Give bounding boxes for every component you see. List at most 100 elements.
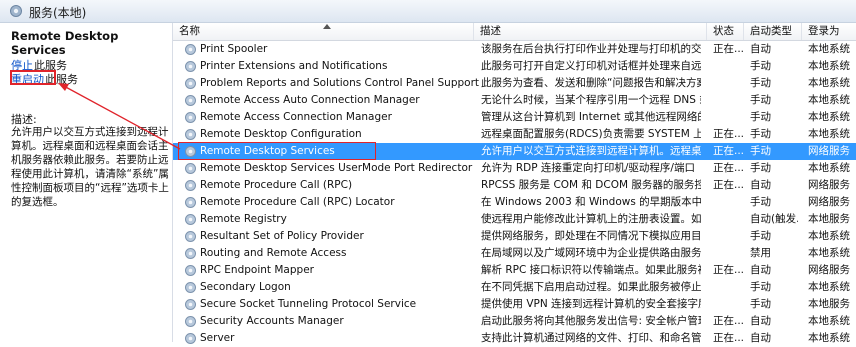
service-startup-type: 自动 <box>750 315 771 327</box>
service-status: 正在... <box>713 43 745 55</box>
service-gear-icon <box>185 163 196 174</box>
table-row[interactable]: Server 支持此计算机通过网络的文件、打印、和命名管道... 正在... 自动 本地… <box>173 330 856 347</box>
table-row[interactable]: Remote Registry 使远程用户能修改此计算机上的注册表设置。如果...… <box>173 211 856 228</box>
service-description: 允许用户以交互方式连接到远程计算机。远程桌面... <box>481 145 701 157</box>
selected-row-highlight-box <box>178 142 376 160</box>
service-name: Remote Procedure Call (RPC) Locator <box>200 196 395 208</box>
table-row[interactable]: RPC Endpoint Mapper 解析 RPC 接口标识符以传输端点。如果此… <box>173 262 856 279</box>
service-description: 提供网络服务，即处理在不同情况下模拟应用目标... <box>481 230 701 242</box>
column-header-description[interactable]: 描述 <box>474 23 707 40</box>
service-gear-icon <box>185 129 196 140</box>
service-name: Remote Registry <box>200 213 287 225</box>
service-startup-type: 手动 <box>750 196 771 208</box>
service-status: 正在... <box>713 162 745 174</box>
service-status <box>713 109 745 126</box>
service-startup-type: 禁用 <box>750 247 771 259</box>
service-status <box>713 228 745 245</box>
service-name: Print Spooler <box>200 43 268 55</box>
service-gear-icon <box>185 112 196 123</box>
service-logon-as: 本地系统 <box>808 111 850 123</box>
service-status: 正在... <box>713 264 745 276</box>
service-startup-type: 手动 <box>750 230 771 242</box>
service-logon-as: 本地系统 <box>808 332 850 344</box>
service-name: Resultant Set of Policy Provider <box>200 230 364 242</box>
service-description: 解析 RPC 接口标识符以传输端点。如果此服务被... <box>481 264 701 276</box>
service-gear-icon <box>185 333 196 344</box>
service-logon-as: 网络服务 <box>808 196 850 208</box>
service-gear-icon <box>185 197 196 208</box>
service-description: 远程桌面配置服务(RDCS)负责需要 SYSTEM 上下... <box>481 128 701 140</box>
service-name: Remote Desktop Configuration <box>200 128 362 140</box>
service-name: RPC Endpoint Mapper <box>200 264 314 276</box>
column-header-startup-type[interactable]: 启动类型 <box>744 23 802 40</box>
service-description: 支持此计算机通过网络的文件、打印、和命名管道... <box>481 332 701 344</box>
service-description: 在局域网以及广域网环境中为企业提供路由服务。 <box>481 247 701 259</box>
service-status <box>713 92 745 109</box>
table-row[interactable]: Remote Desktop Configuration 远程桌面配置服务(RDC… <box>173 126 856 143</box>
gear-icon <box>10 5 22 17</box>
service-startup-type: 自动 <box>750 332 771 344</box>
service-name: Printer Extensions and Notifications <box>200 60 388 72</box>
table-row[interactable]: Remote Procedure Call (RPC) Locator 在 Win… <box>173 194 856 211</box>
service-logon-as: 本地服务 <box>808 213 850 225</box>
table-row[interactable]: Secure Socket Tunneling Protocol Service… <box>173 296 856 313</box>
service-name: Security Accounts Manager <box>200 315 344 327</box>
sort-ascending-icon <box>323 24 331 29</box>
service-description: 使远程用户能修改此计算机上的注册表设置。如果... <box>481 213 701 225</box>
column-header-logon-as[interactable]: 登录为 <box>802 23 856 40</box>
service-logon-as: 本地系统 <box>808 128 850 140</box>
service-name: Problem Reports and Solutions Control Pa… <box>200 77 480 89</box>
service-detail-pane: Remote Desktop Services 停止 此服务 重启动 此服务 描… <box>0 23 173 342</box>
table-row[interactable]: Remote Procedure Call (RPC) RPCSS 服务是 COM… <box>173 177 856 194</box>
table-row[interactable]: Printer Extensions and Notifications 此服务可… <box>173 58 856 75</box>
service-name: Remote Access Auto Connection Manager <box>200 94 420 106</box>
service-logon-as: 本地系统 <box>808 77 850 89</box>
table-row[interactable]: Routing and Remote Access 在局域网以及广域网环境中为企业… <box>173 245 856 262</box>
title-bar: 服务(本地) <box>0 0 856 23</box>
service-status: 正在... <box>713 145 745 157</box>
service-status <box>713 296 745 313</box>
table-row[interactable]: Problem Reports and Solutions Control Pa… <box>173 75 856 92</box>
table-row[interactable]: Print Spooler 该服务在后台执行打印作业并处理与打印机的交互... 正在… <box>173 41 856 58</box>
service-startup-type: 自动(触发... <box>750 213 798 225</box>
service-logon-as: 本地系统 <box>808 60 850 72</box>
table-row[interactable]: Resultant Set of Policy Provider 提供网络服务，即… <box>173 228 856 245</box>
service-status <box>713 211 745 228</box>
service-gear-icon <box>185 95 196 106</box>
restart-highlight-box <box>10 70 56 85</box>
column-header-status[interactable]: 状态 <box>707 23 744 40</box>
service-name: Remote Access Connection Manager <box>200 111 392 123</box>
service-logon-as: 本地系统 <box>808 94 850 106</box>
table-row[interactable]: Remote Desktop Services UserMode Port Re… <box>173 160 856 177</box>
service-startup-type: 手动 <box>750 60 771 72</box>
table-row[interactable]: Remote Desktop Services 允许用户以交互方式连接到远程计算机… <box>173 142 856 160</box>
service-description: 管理从这台计算机到 Internet 或其他远程网络的... <box>481 111 701 123</box>
service-logon-as: 网络服务 <box>808 264 850 276</box>
window-title: 服务(本地) <box>29 6 87 20</box>
service-description: 此服务可打开自定义打印机对话框并处理来自远程... <box>481 60 701 72</box>
service-startup-type: 手动 <box>750 298 771 310</box>
service-status <box>713 58 745 75</box>
service-description: 在不同凭据下启用启动过程。如果此服务被停止，... <box>481 281 701 293</box>
service-startup-type: 自动 <box>750 43 771 55</box>
service-startup-type: 手动 <box>750 145 771 157</box>
service-status <box>713 279 745 296</box>
service-description: 启动此服务将向其他服务发出信号: 安全帐户管理... <box>481 315 701 327</box>
service-name: Remote Procedure Call (RPC) <box>200 179 353 191</box>
column-header-row: 名称 描述 状态 启动类型 登录为 <box>173 23 856 41</box>
selected-service-name: Remote Desktop Services <box>11 29 119 57</box>
service-description: 提供使用 VPN 连接到远程计算机的安全套接字层... <box>481 298 701 310</box>
service-name: Server <box>200 332 235 344</box>
service-status: 正在... <box>713 128 745 140</box>
table-row[interactable]: Secondary Logon 在不同凭据下启用启动过程。如果此服务被停止，...… <box>173 279 856 296</box>
table-row[interactable]: Remote Access Connection Manager 管理从这台计算机… <box>173 109 856 126</box>
service-startup-type: 手动 <box>750 128 771 140</box>
service-status <box>713 245 745 262</box>
service-name: Routing and Remote Access <box>200 247 347 259</box>
table-row[interactable]: Security Accounts Manager 启动此服务将向其他服务发出信号… <box>173 313 856 330</box>
service-status: 正在... <box>713 332 745 344</box>
service-startup-type: 手动 <box>750 111 771 123</box>
service-gear-icon <box>185 214 196 225</box>
column-header-name[interactable]: 名称 <box>173 23 474 40</box>
table-row[interactable]: Remote Access Auto Connection Manager 无论什… <box>173 92 856 109</box>
